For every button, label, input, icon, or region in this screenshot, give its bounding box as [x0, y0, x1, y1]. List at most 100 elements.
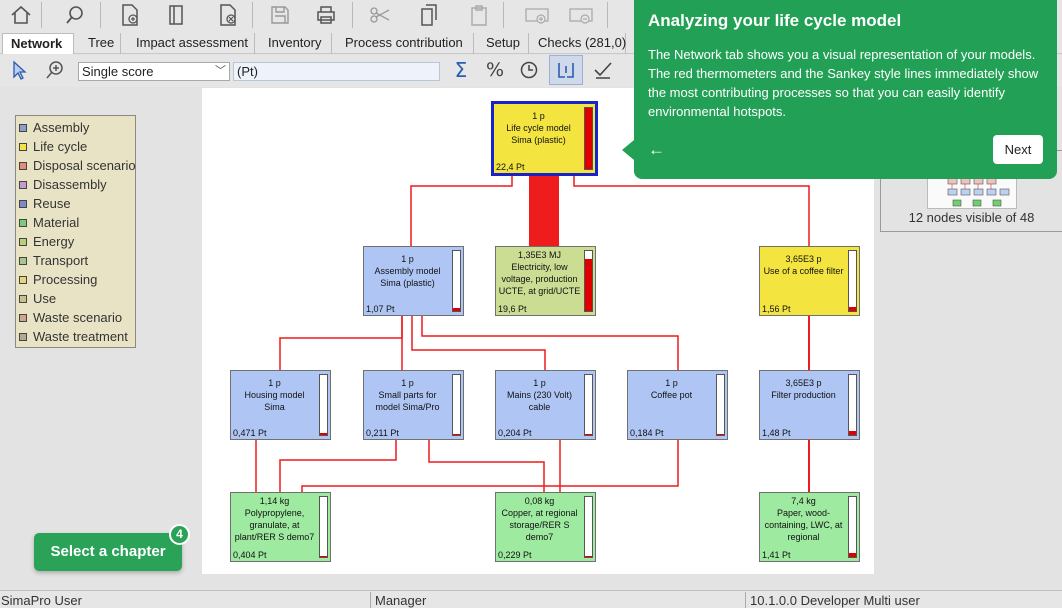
node-name: Paper, wood-containing, LWC, at regional	[764, 508, 843, 542]
cut-icon[interactable]	[363, 0, 397, 30]
link-polypropylene-small-parts	[279, 440, 397, 492]
node-thermometer	[319, 496, 328, 558]
node-thermometer	[584, 107, 593, 170]
legend-label: Disposal scenario	[33, 158, 136, 173]
node-assembly-model[interactable]: 1 p Assembly model Sima (plastic) 1,07 Pt	[363, 246, 464, 316]
delete-document-icon[interactable]	[211, 0, 245, 30]
node-electricity[interactable]: 1,35E3 MJ Electricity, low voltage, produ…	[495, 246, 596, 316]
legend-item: Life cycle	[19, 137, 135, 156]
percent-icon[interactable]: %	[480, 55, 510, 85]
callout-body: The Network tab shows you a visual repre…	[648, 47, 1039, 119]
check-icon[interactable]	[586, 55, 620, 85]
legend-swatch	[19, 332, 27, 341]
print-icon[interactable]	[309, 0, 343, 30]
network-layout-icon[interactable]	[549, 55, 583, 85]
node-thermometer	[452, 374, 461, 436]
callout-pointer	[622, 140, 634, 160]
zoom-in-icon[interactable]	[38, 55, 72, 85]
select-chapter-button[interactable]: Select a chapter 4	[34, 524, 190, 571]
legend-item: Material	[19, 213, 135, 232]
node-coffee-filter-use[interactable]: 3,65E3 p Use of a coffee filter 1,56 Pt	[759, 246, 860, 316]
link-assembly-mains	[411, 316, 546, 370]
legend-item: Use	[19, 289, 135, 308]
chevron-down-icon: ﹀	[215, 65, 226, 77]
tab-checks[interactable]: Checks (281,0)	[530, 33, 626, 54]
tab-inventory[interactable]: Inventory	[260, 33, 332, 54]
tab-process-contribution[interactable]: Process contribution	[337, 33, 474, 54]
category-legend: Assembly Life cycle Disposal scenario Di…	[15, 115, 136, 348]
tab-network[interactable]: Network	[2, 33, 74, 54]
node-score: 19,6 Pt	[498, 304, 527, 314]
legend-label: Energy	[33, 234, 75, 249]
node-name: Small parts for model Sima/Pro	[375, 390, 440, 412]
back-arrow-icon[interactable]: ←	[648, 140, 665, 160]
node-thermometer	[848, 250, 857, 312]
tab-tree[interactable]: Tree	[80, 33, 121, 54]
node-name: Polypropylene, granulate, at plant/RER S…	[234, 508, 315, 542]
open-folder-icon[interactable]	[160, 0, 194, 30]
node-score: 1,48 Pt	[762, 428, 791, 438]
legend-label: Use	[33, 291, 57, 306]
status-user: SimaPro User	[1, 593, 82, 608]
select-chapter-label: Select a chapter	[50, 543, 166, 560]
node-mains-cable[interactable]: 1 p Mains (230 Volt) cable 0,204 Pt	[495, 370, 596, 440]
new-document-icon[interactable]	[113, 0, 147, 30]
node-housing-model[interactable]: 1 p Housing model Sima 0,471 Pt	[230, 370, 331, 440]
clock-icon[interactable]	[514, 55, 544, 85]
save-icon[interactable]	[263, 0, 297, 30]
node-name: Copper, at regional storage/RER S demo7	[501, 508, 578, 542]
node-filter-production[interactable]: 3,65E3 p Filter production 1,48 Pt	[759, 370, 860, 440]
paste-icon[interactable]	[462, 0, 496, 30]
legend-swatch	[19, 294, 27, 303]
home-icon[interactable]	[4, 0, 38, 30]
node-amount: 7,4 kg	[791, 496, 816, 506]
node-score: 1,07 Pt	[366, 304, 395, 314]
legend-swatch	[19, 142, 27, 151]
node-paper[interactable]: 7,4 kg Paper, wood-containing, LWC, at re…	[759, 492, 860, 562]
copy-icon[interactable]	[412, 0, 446, 30]
remove-item-icon[interactable]	[564, 0, 598, 30]
legend-label: Waste treatment	[33, 329, 128, 344]
node-amount: 1 p	[401, 254, 414, 264]
legend-item: Energy	[19, 232, 135, 251]
tutorial-callout: Analyzing your life cycle model The Netw…	[622, 0, 1057, 179]
unit-value: (Pt)	[237, 64, 258, 79]
score-mode-select[interactable]: Single score ﹀	[78, 62, 230, 81]
legend-swatch	[19, 237, 27, 246]
unit-field[interactable]: (Pt)	[233, 62, 440, 81]
legend-item: Waste treatment	[19, 327, 135, 346]
node-polypropylene[interactable]: 1,14 kg Polypropylene, granulate, at plan…	[230, 492, 331, 562]
node-thermometer	[848, 374, 857, 436]
node-small-parts[interactable]: 1 p Small parts for model Sima/Pro 0,211 …	[363, 370, 464, 440]
add-item-icon[interactable]	[520, 0, 554, 30]
legend-item: Transport	[19, 251, 135, 270]
node-thermometer	[584, 250, 593, 312]
node-score: 1,56 Pt	[762, 304, 791, 314]
nodes-visible-caption: 12 nodes visible of 48	[908, 210, 1035, 225]
node-coffee-pot[interactable]: 1 p Coffee pot 0,184 Pt	[627, 370, 728, 440]
search-icon[interactable]	[58, 0, 92, 30]
pointer-icon[interactable]	[2, 55, 36, 85]
legend-swatch	[19, 161, 27, 170]
tab-setup[interactable]: Setup	[478, 33, 529, 54]
node-amount: 1 p	[665, 378, 678, 388]
node-name: Life cycle model Sima (plastic)	[506, 123, 571, 145]
status-bar: SimaPro User Manager 10.1.0.0 Developer …	[0, 590, 1062, 608]
node-score: 0,229 Pt	[498, 550, 532, 560]
node-life-cycle-model[interactable]: 1 p Life cycle model Sima (plastic) 22,4 …	[491, 101, 598, 176]
node-name: Use of a coffee filter	[763, 266, 844, 276]
link-assembly-coffee-pot	[421, 316, 679, 370]
tab-impact-assessment[interactable]: Impact assessment	[128, 33, 255, 54]
node-copper[interactable]: 0,08 kg Copper, at regional storage/RER S…	[495, 492, 596, 562]
node-thermometer	[584, 496, 593, 558]
link-root-assembly	[410, 174, 513, 246]
sum-icon[interactable]: Σ	[446, 55, 476, 85]
node-amount: 3,65E3 p	[785, 254, 822, 264]
legend-swatch	[19, 199, 27, 208]
legend-swatch	[19, 218, 27, 227]
next-button[interactable]: Next	[993, 135, 1043, 164]
link-polypropylene-coffee-pot	[301, 440, 679, 492]
node-thermometer	[848, 496, 857, 558]
legend-item: Disassembly	[19, 175, 135, 194]
node-thermometer	[584, 374, 593, 436]
